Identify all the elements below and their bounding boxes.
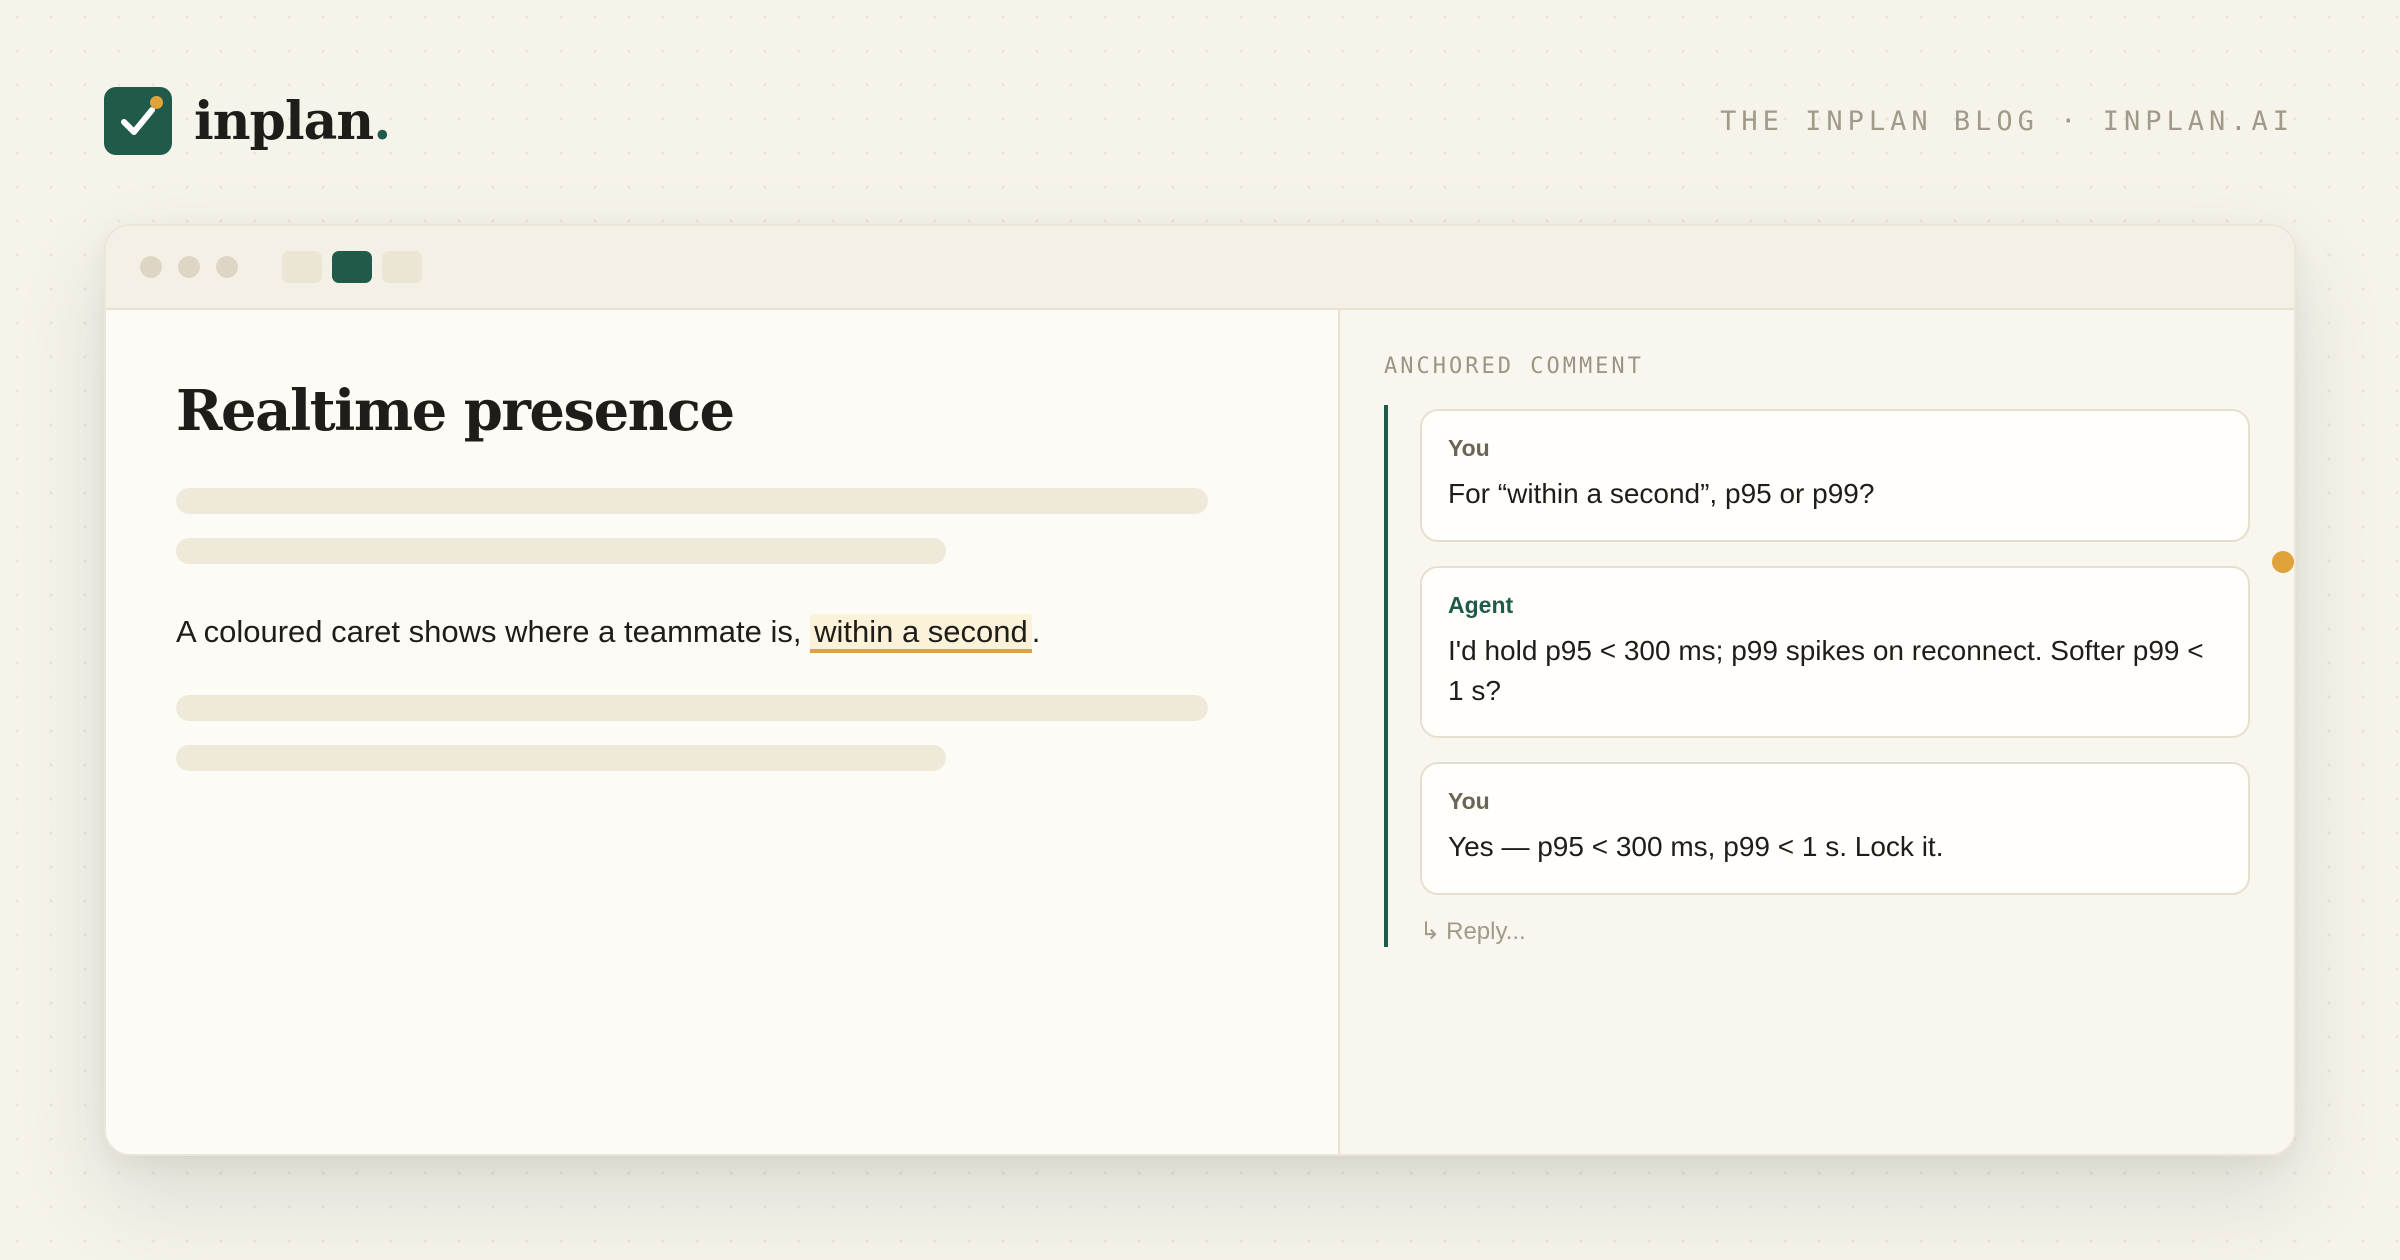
view-tabs (282, 251, 422, 283)
window-close-dot[interactable] (140, 256, 162, 278)
document-title: Realtime presence (176, 378, 735, 444)
comment-author: Agent (1448, 591, 1514, 618)
window-minimize-dot[interactable] (178, 256, 200, 278)
comment-text: Yes — p95 < 300 ms, p99 < 1 s. Lock it. (1448, 831, 1944, 863)
placeholder-line (176, 695, 1208, 722)
brand-period: . (373, 90, 391, 152)
comment-anchor-highlight[interactable]: within a second (810, 614, 1032, 653)
comment-thread: You For “within a second”, p95 or p99? A… (1384, 405, 2294, 947)
reply-link[interactable]: ↳ Reply... (1420, 917, 2250, 946)
app-window: Realtime presence A coloured caret shows… (104, 224, 2296, 1156)
logo-accent-dot (150, 96, 163, 109)
comment-text: I'd hold p95 < 300 ms; p99 spikes on rec… (1448, 634, 2204, 706)
tab-3[interactable] (382, 251, 422, 283)
paragraph-text: A coloured caret shows where a teammate … (176, 614, 811, 649)
tab-2-active[interactable] (332, 251, 372, 283)
paragraph-end: . (1031, 614, 1041, 649)
comments-panel: ANCHORED COMMENT You For “within a secon… (1340, 310, 2294, 1154)
window-content: Realtime presence A coloured caret shows… (106, 310, 2294, 1154)
comment-author: You (1448, 435, 1490, 461)
comment-card[interactable]: You Yes — p95 < 300 ms, p99 < 1 s. Lock … (1420, 762, 2250, 895)
comment-card[interactable]: You For “within a second”, p95 or p99? (1420, 409, 2250, 542)
tab-1[interactable] (282, 251, 322, 283)
reply-placeholder: Reply... (1446, 918, 1526, 945)
panel-label: ANCHORED COMMENT (1384, 354, 1644, 379)
brand-name: inplan (194, 90, 374, 152)
placeholder-line (176, 538, 946, 564)
window-zoom-dot[interactable] (216, 256, 238, 278)
document-paragraph: A coloured caret shows where a teammate … (176, 610, 1268, 653)
placeholder-line (176, 745, 946, 772)
window-titlebar (106, 226, 2294, 310)
brand[interactable]: inplan. (104, 87, 391, 155)
reply-arrow-icon: ↳ (1420, 918, 1441, 945)
comment-author: You (1448, 788, 1490, 815)
document-pane: Realtime presence A coloured caret shows… (106, 310, 1340, 1154)
comment-card[interactable]: Agent I'd hold p95 < 300 ms; p99 spikes … (1420, 565, 2250, 739)
logo-mark (104, 87, 172, 155)
blog-tag[interactable]: THE INPLAN BLOG · INPLAN.AI (1720, 106, 2294, 137)
comment-text: For “within a second”, p95 or p99? (1448, 478, 1875, 509)
placeholder-line (176, 488, 1208, 514)
presence-dot-marker (2272, 551, 2294, 573)
wordmark: inplan. (194, 90, 391, 152)
